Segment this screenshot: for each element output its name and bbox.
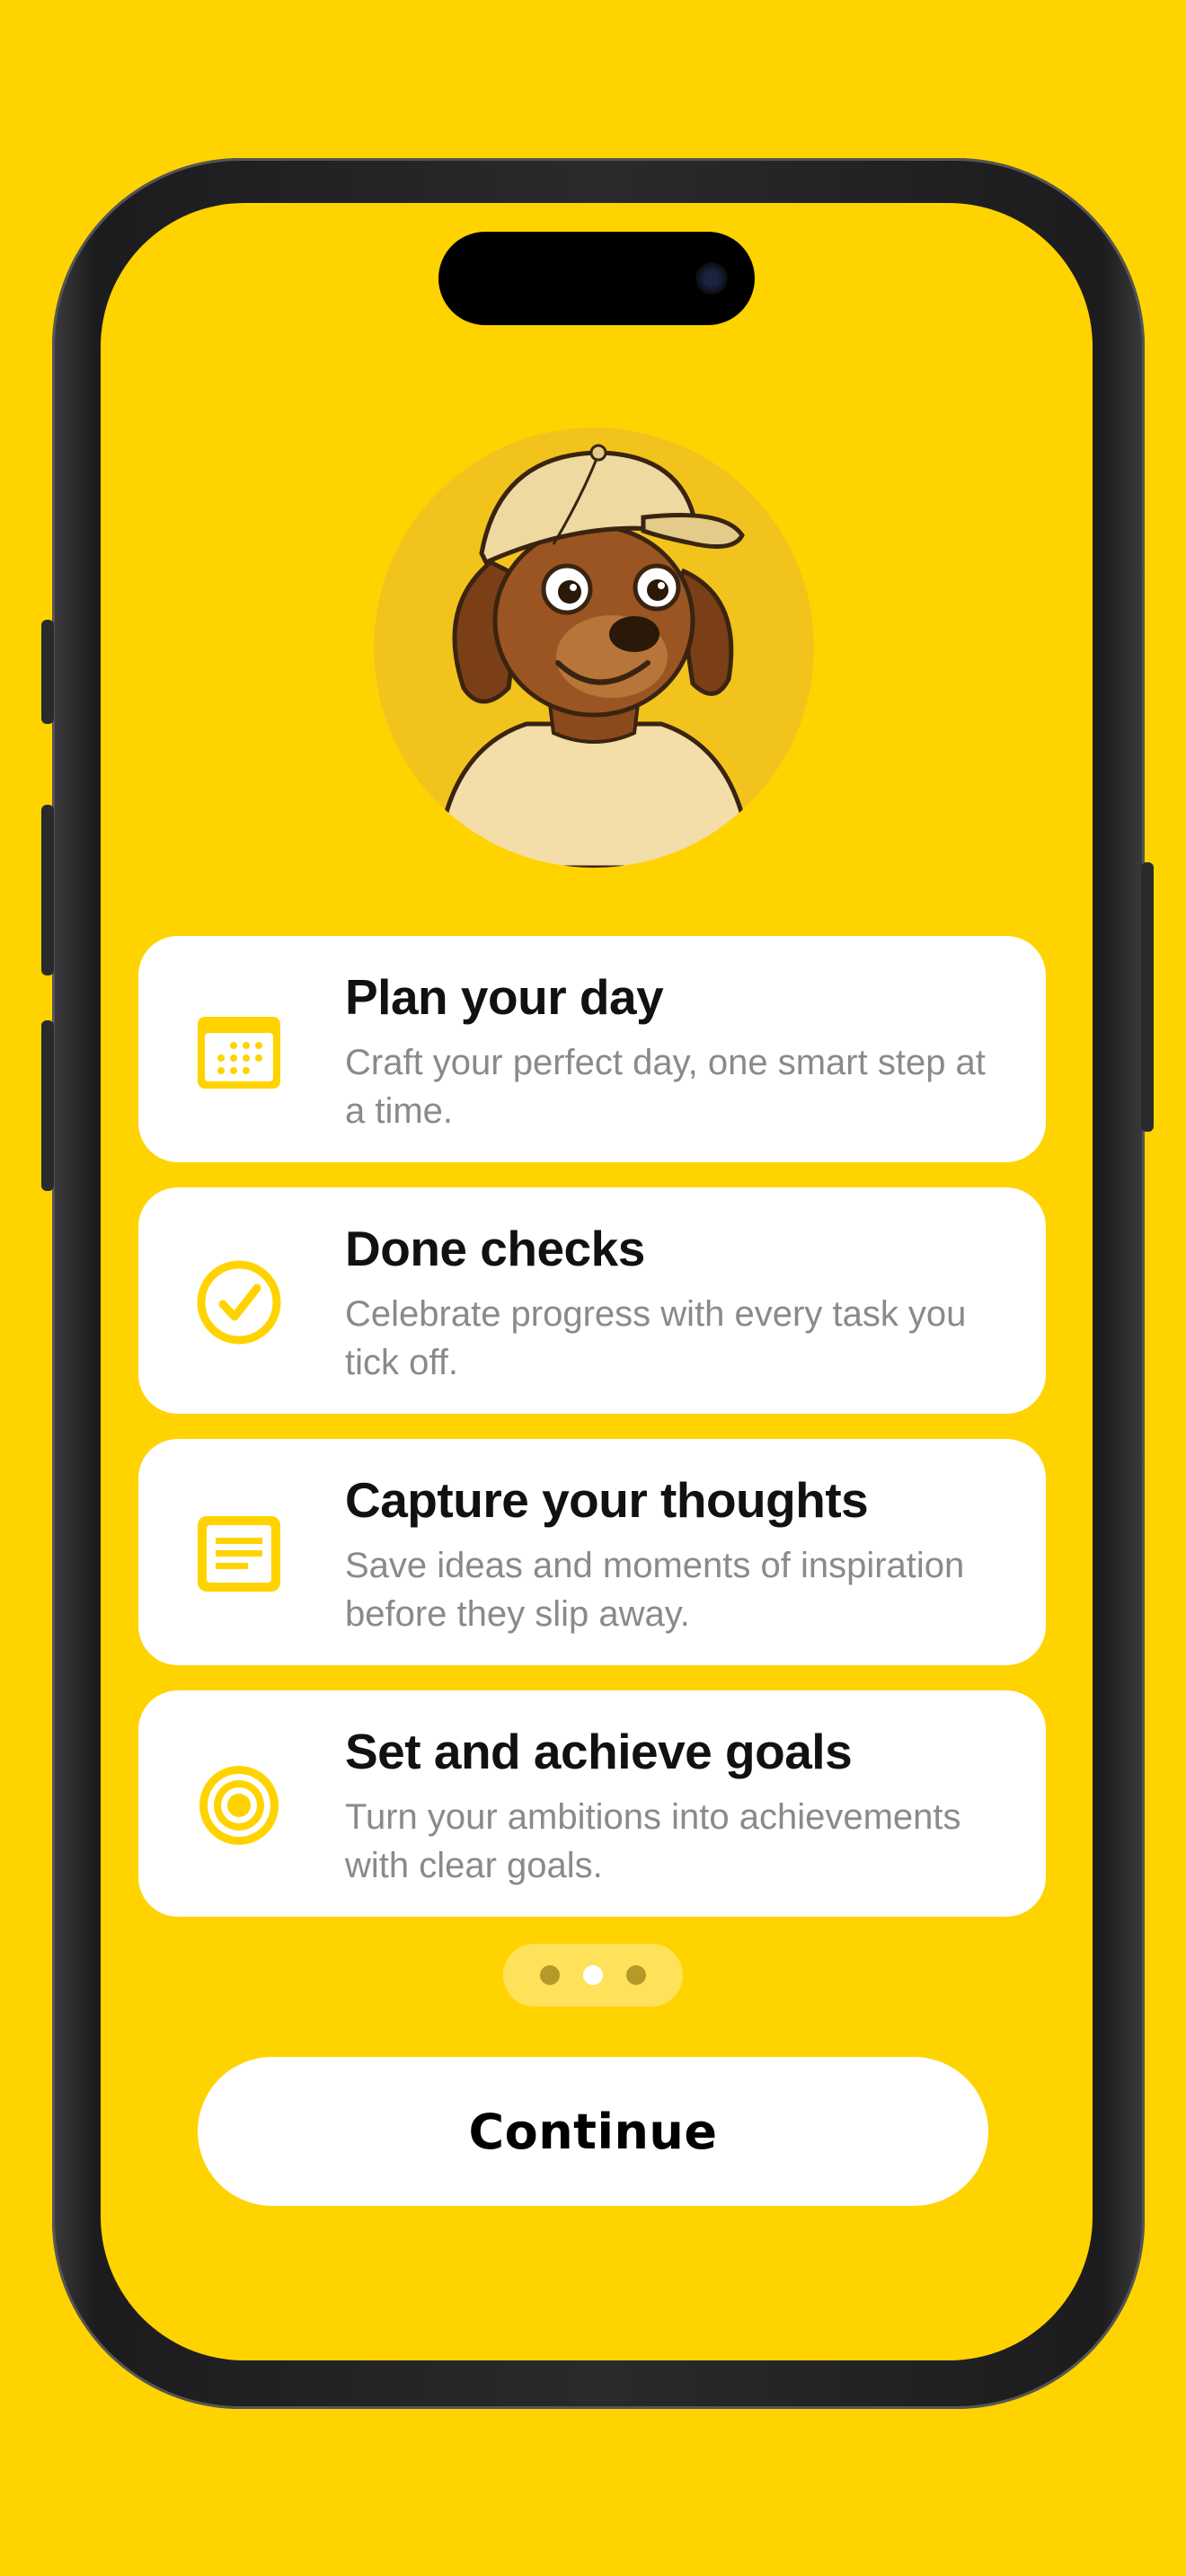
card-title: Set and achieve goals	[345, 1724, 853, 1779]
action-button	[41, 620, 54, 724]
check-circle-icon	[194, 1257, 284, 1347]
feature-card-thoughts: Capture your thoughts Save ideas and mom…	[138, 1439, 1046, 1665]
card-description: Save ideas and moments of inspiration be…	[345, 1546, 965, 1634]
front-camera	[695, 262, 728, 295]
card-description: Celebrate progress with every task you t…	[345, 1294, 967, 1382]
card-title: Plan your day	[345, 969, 664, 1025]
card-description: Craft your perfect day, one smart step a…	[345, 1043, 986, 1131]
feature-card-plan: Plan your day Craft your perfect day, on…	[138, 936, 1046, 1162]
page-dot-active[interactable]	[583, 1965, 603, 1985]
target-icon	[194, 1760, 284, 1850]
power-button	[1141, 862, 1154, 1132]
dynamic-island	[438, 232, 755, 325]
app-screen: Plan your day Craft your perfect day, on…	[101, 203, 1093, 2360]
note-icon	[194, 1509, 284, 1599]
card-title: Capture your thoughts	[345, 1472, 869, 1528]
page-dot[interactable]	[540, 1965, 560, 1985]
page-dot[interactable]	[626, 1965, 646, 1985]
card-title: Done checks	[345, 1221, 645, 1276]
page-indicator[interactable]	[503, 1944, 683, 2007]
volume-down-button	[41, 1020, 54, 1191]
volume-up-button	[41, 805, 54, 975]
dog-mascot-avatar	[374, 428, 814, 868]
card-description: Turn your ambitions into achievements wi…	[345, 1797, 961, 1885]
calendar-icon	[194, 1006, 284, 1096]
continue-button[interactable]: Continue	[198, 2057, 988, 2206]
feature-card-goals: Set and achieve goals Turn your ambition…	[138, 1690, 1046, 1917]
feature-card-done: Done checks Celebrate progress with ever…	[138, 1187, 1046, 1414]
